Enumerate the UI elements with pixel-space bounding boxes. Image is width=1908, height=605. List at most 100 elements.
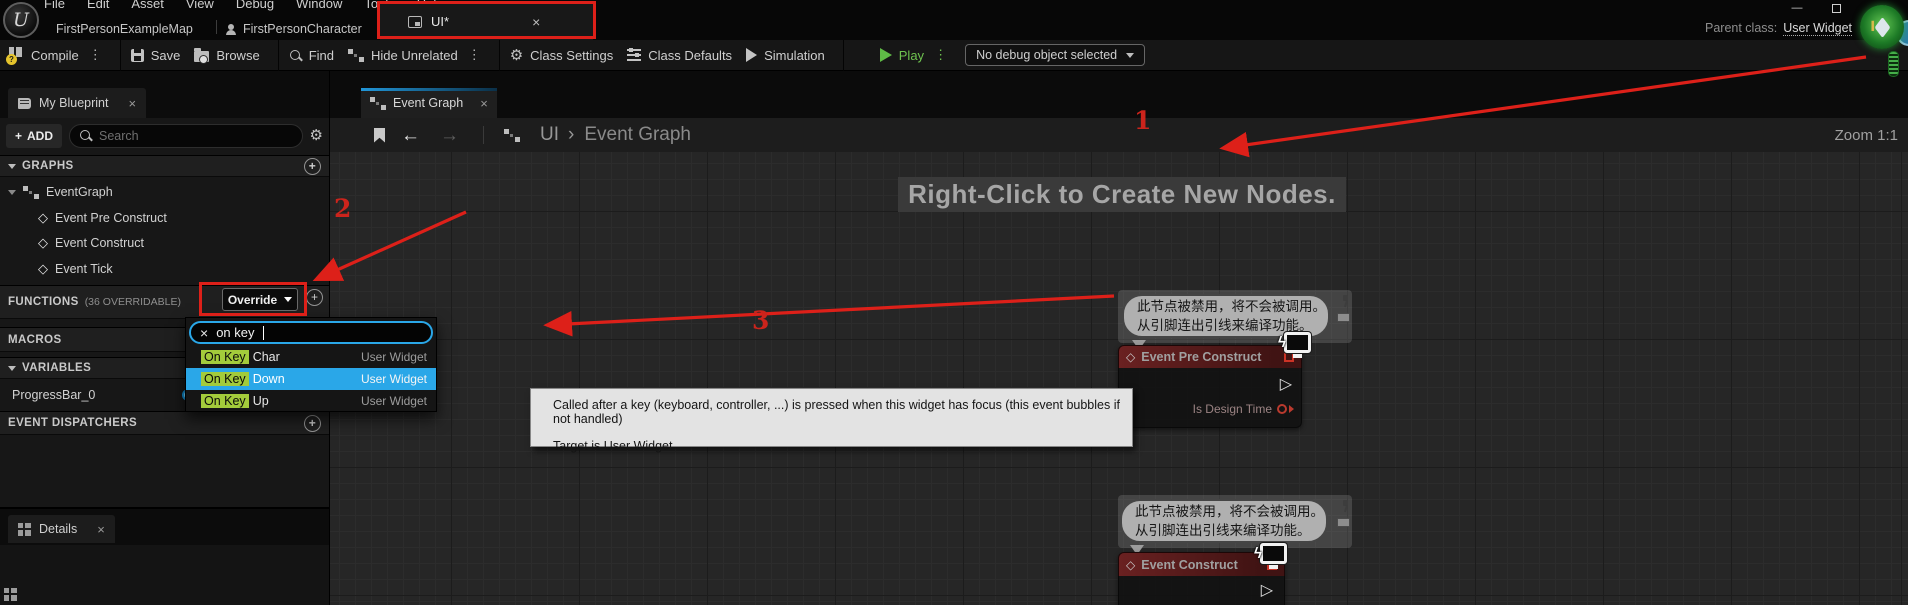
panel-settings-gear-icon[interactable]: ⚙ (310, 128, 323, 143)
parent-class: Parent class: User Widget (1705, 21, 1852, 36)
find-icon (289, 49, 302, 62)
breadcrumb-root[interactable]: UI (540, 124, 559, 146)
my-blueprint-tab[interactable]: My Blueprint × (8, 88, 146, 118)
minimize-button[interactable]: — (1786, 1, 1808, 15)
close-details-icon[interactable]: × (97, 522, 105, 537)
toolbar-separator (120, 40, 121, 71)
class-settings-label: Class Settings (530, 48, 613, 63)
close-panel-icon[interactable]: × (128, 96, 136, 111)
exec-output-pin[interactable]: ▷ (1280, 376, 1292, 392)
simulation-button[interactable]: Simulation (746, 48, 825, 63)
event-pre-construct-node[interactable]: ◇ Event Pre Construct ▷ Is Design Time (1118, 345, 1302, 428)
event-diamond-icon: ◇ (1126, 558, 1135, 572)
close-graph-tab-icon[interactable]: × (480, 96, 488, 111)
event-graph-tab[interactable]: Event Graph × (361, 88, 497, 118)
unreal-blueprint-editor: { "window": { "minimize": "—", "close": … (0, 0, 1908, 605)
parent-class-label: Parent class: (1705, 21, 1777, 35)
comment-icon[interactable] (1337, 313, 1350, 322)
override-option-on-key-down[interactable]: On Key Down User Widget (186, 368, 436, 390)
bookmark-icon[interactable] (374, 128, 385, 143)
person-icon (226, 24, 236, 35)
comment-icon[interactable] (1337, 518, 1350, 527)
debug-object-dropdown[interactable]: No debug object selected (965, 44, 1145, 66)
tab-first-person-example-map[interactable]: FirstPersonExampleMap (56, 18, 193, 40)
menu-debug[interactable]: Debug (236, 0, 274, 12)
parent-class-link[interactable]: User Widget (1783, 21, 1852, 36)
menu-asset[interactable]: Asset (131, 0, 164, 12)
nav-back-button[interactable]: ← (401, 126, 420, 145)
tab-first-person-character[interactable]: FirstPersonCharacter (226, 18, 362, 40)
add-event-dispatcher-button[interactable]: + (304, 415, 321, 432)
my-blueprint-tab-label: My Blueprint (39, 96, 108, 110)
pin-icon[interactable] (1339, 500, 1351, 512)
maximize-button[interactable] (1832, 4, 1841, 13)
bool-output-pin[interactable] (1277, 404, 1287, 414)
match-highlight: On Key (201, 394, 249, 408)
lightning-icon: ϟ (1254, 545, 1262, 562)
play-options-icon[interactable]: ⋮ (934, 47, 947, 63)
menu-edit[interactable]: Edit (87, 0, 109, 12)
save-button[interactable]: Save (131, 48, 181, 63)
tab-label: FirstPersonCharacter (243, 18, 362, 40)
is-design-time-pin-row[interactable]: Is Design Time (1193, 402, 1294, 416)
add-function-button[interactable]: + (306, 289, 323, 306)
blueprint-search-input[interactable]: Search (69, 124, 303, 148)
node-header[interactable]: ◇ Event Pre Construct (1118, 345, 1302, 368)
override-option-on-key-char[interactable]: On Key Char User Widget (186, 346, 436, 368)
event-graph-canvas[interactable]: Event Graph × ← → UI › Event Graph Zoom … (330, 71, 1908, 605)
browse-button[interactable]: Browse (194, 48, 259, 63)
add-graph-button[interactable]: + (304, 158, 321, 175)
sidebar-item-event-construct[interactable]: ◇ Event Construct (0, 233, 329, 253)
event-dispatchers-header-label: EVENT DISPATCHERS (8, 417, 137, 429)
compile-options-icon[interactable]: ⋮ (89, 47, 102, 63)
graphs-header-label: GRAPHS (22, 160, 74, 172)
menu-window[interactable]: Window (296, 0, 342, 12)
find-button[interactable]: Find (289, 48, 334, 63)
class-settings-button[interactable]: ⚙ Class Settings (510, 48, 614, 63)
event-dispatchers-section-header[interactable]: EVENT DISPATCHERS + (0, 411, 329, 435)
add-button[interactable]: + ADD (6, 124, 62, 148)
event-construct-label: Event Construct (55, 236, 144, 250)
play-button[interactable]: Play (880, 48, 924, 63)
event-diamond-icon: ◇ (38, 236, 48, 251)
plus-icon: + (15, 129, 22, 143)
clear-search-icon[interactable]: × (200, 326, 208, 340)
tab-separator (216, 20, 217, 34)
graph-breadcrumb-icon (504, 129, 520, 142)
hide-unrelated-label: Hide Unrelated (371, 48, 458, 63)
compile-button[interactable]: ? Compile (8, 47, 79, 63)
node-disabled-note: 此节点被禁用，将不会被调用。 从引脚连出引线来编译功能。 (1120, 499, 1328, 543)
variables-header-label: VARIABLES (22, 362, 91, 374)
annotation-box-override (199, 282, 307, 316)
search-placeholder: Search (99, 129, 139, 143)
sidebar-item-event-pre-construct[interactable]: ◇ Event Pre Construct (0, 208, 329, 228)
bool-pin-arrow (1289, 405, 1294, 413)
play-label: Play (899, 48, 924, 63)
match-highlight: On Key (201, 372, 249, 386)
class-defaults-button[interactable]: Class Defaults (627, 48, 732, 63)
class-defaults-label: Class Defaults (648, 48, 732, 63)
search-icon (79, 129, 92, 142)
graphs-section-header[interactable]: GRAPHS + (0, 155, 329, 177)
compile-icon: ? (8, 47, 24, 63)
tutorial-button[interactable] (1860, 5, 1904, 49)
screen-cursor-icon: ϟ (1260, 543, 1287, 564)
sidebar-item-event-tick[interactable]: ◇ Event Tick (0, 259, 329, 279)
nav-forward-button[interactable]: → (440, 126, 459, 145)
sliders-icon (627, 49, 641, 61)
menu-file[interactable]: File (44, 0, 65, 12)
debug-object-value: No debug object selected (976, 48, 1117, 62)
pin-icon[interactable] (1339, 295, 1351, 307)
exec-output-pin[interactable]: ▷ (1261, 582, 1273, 598)
override-search-input[interactable]: × on key (189, 321, 433, 344)
menu-view[interactable]: View (186, 0, 214, 12)
override-option-on-key-up[interactable]: On Key Up User Widget (186, 390, 436, 412)
hide-unrelated-button[interactable]: Hide Unrelated (348, 48, 458, 63)
hide-unrelated-options-icon[interactable]: ⋮ (468, 47, 481, 63)
blueprint-book-icon (18, 98, 31, 109)
sidebar-item-eventgraph[interactable]: EventGraph (0, 181, 329, 203)
lightning-icon: ϟ (1278, 334, 1286, 351)
browse-icon (194, 51, 209, 62)
browse-label: Browse (216, 48, 259, 63)
details-tab[interactable]: Details × (8, 515, 115, 543)
